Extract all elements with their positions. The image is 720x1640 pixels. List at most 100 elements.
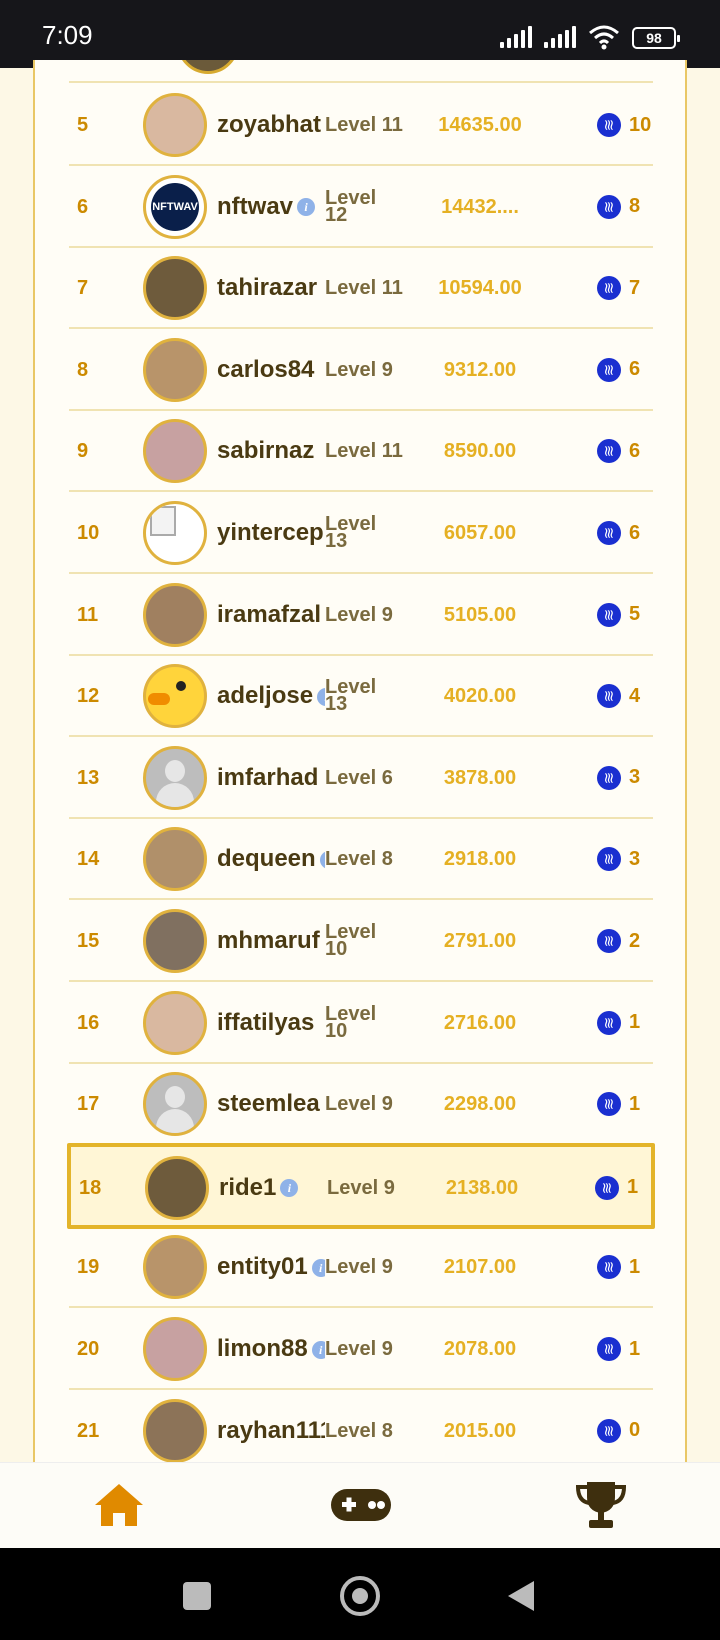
username-text: steemlea (217, 1090, 320, 1118)
avatar[interactable] (143, 1317, 207, 1381)
avatar[interactable] (143, 337, 207, 402)
rank-number: 10 (77, 522, 100, 544)
username[interactable]: adeljosei (217, 655, 325, 737)
home-circle-icon[interactable] (340, 1576, 380, 1616)
username[interactable]: rayhan111 (217, 1390, 325, 1470)
table-row-current-user[interactable]: 18ride1iLevel 92138.001 (67, 1142, 655, 1229)
table-row[interactable]: 11 iramafzalLevel 9 5105.00 5 (69, 574, 653, 656)
reward: 3 (597, 737, 653, 819)
info-icon[interactable]: i (311, 1340, 325, 1359)
info-icon[interactable]: i (317, 687, 325, 706)
tab-home[interactable] (92, 1481, 146, 1533)
reward: 10 (597, 84, 653, 166)
avatar[interactable] (143, 1235, 207, 1300)
score-value: 2107.00 (443, 1256, 517, 1279)
steem-icon (597, 765, 621, 790)
info-icon[interactable]: i (297, 198, 316, 217)
username[interactable]: iffatilyas (217, 982, 325, 1064)
table-row[interactable]: 14 dequeeniLevel 8 2918.00 3 (69, 818, 653, 901)
avatar[interactable]: NFTWAV (143, 174, 207, 239)
back-icon[interactable] (506, 1579, 536, 1613)
wifi-icon (589, 25, 619, 50)
avatar[interactable] (143, 93, 207, 157)
score-value: 8590.00 (443, 440, 517, 463)
username[interactable]: tahirazar (217, 247, 325, 329)
rank-number: 15 (77, 930, 100, 952)
table-row[interactable]: 9 sabirnaz Level 11 8590.00 6 (69, 410, 653, 493)
table-row[interactable]: 10 yintercepLevel13 6057.00 6 (69, 492, 653, 574)
table-row[interactable]: 19 entity01iLevel 9 2107.00 1 (69, 1226, 653, 1309)
username-text: zoyabhat (217, 111, 322, 138)
username[interactable]: steemlea (217, 1063, 325, 1145)
table-row[interactable]: 17 steemleaLevel 9 2298.00 1 (69, 1063, 653, 1146)
table-row[interactable]: 20 limon88iLevel 9 2078.00 1 (69, 1308, 653, 1390)
reward-count: 0 (629, 1419, 641, 1442)
reward: 7 (597, 247, 653, 329)
tab-leaderboard[interactable] (574, 1479, 628, 1535)
reward-count: 7 (629, 276, 641, 299)
steem-icon (597, 194, 621, 219)
username[interactable]: limon88 i (217, 1308, 325, 1390)
table-row[interactable]: 7 tahirazar Level 11 10594.00 7 (69, 247, 653, 330)
reward-count: 4 (629, 684, 641, 707)
username[interactable]: mhmaruf (217, 900, 325, 982)
username[interactable]: ride1 i (219, 1147, 327, 1229)
steem-icon (597, 1255, 621, 1280)
username[interactable]: carlos84 (217, 329, 325, 411)
username[interactable]: entity01 i (217, 1226, 325, 1308)
avatar[interactable] (143, 582, 207, 647)
username[interactable]: dequeeni (217, 818, 325, 900)
user-level: Level 13 (325, 676, 377, 716)
reward-count: 2 (629, 929, 641, 952)
table-row[interactable]: 6NFTWAVnftwaviLevel1214432....8 (69, 166, 653, 248)
reward: 4 (597, 655, 653, 737)
avatar[interactable] (143, 419, 207, 484)
table-row[interactable]: 16 iffatilyas Level10 2716.00 1 (69, 982, 653, 1064)
rank-number: 13 (77, 766, 100, 789)
table-row[interactable]: 5 zoyabhatLevel 11 14635.00 10 (69, 84, 653, 166)
username[interactable]: imfarhad (217, 737, 325, 819)
table-row[interactable]: 21 rayhan111Level 8 2015.00 0 (69, 1390, 653, 1470)
table-row[interactable]: 12 adeljoseiLevel13 4020.00 4 (69, 655, 653, 738)
avatar[interactable] (143, 745, 207, 810)
username[interactable]: sabirnaz (217, 410, 325, 492)
avatar[interactable] (143, 664, 207, 729)
avatar[interactable] (143, 990, 207, 1055)
user-level: Level 10 (325, 1002, 377, 1042)
avatar[interactable] (143, 827, 207, 892)
info-icon[interactable]: i (280, 1179, 299, 1198)
signal-icon (500, 26, 532, 48)
reward: 3 (597, 818, 653, 900)
avatar[interactable] (143, 501, 207, 565)
tab-games[interactable] (330, 1485, 392, 1529)
reward-count: 10 (629, 113, 652, 136)
username-text: rayhan111 (217, 1416, 325, 1444)
username[interactable]: zoyabhat (217, 84, 325, 166)
avatar[interactable] (143, 256, 207, 321)
username[interactable]: nftwav i (217, 166, 325, 248)
table-row[interactable]: 15 mhmarufLevel10 2791.00 2 (69, 900, 653, 982)
rank-number: 12 (77, 685, 100, 708)
user-level: Level 6 (325, 766, 393, 789)
reward-count: 3 (629, 847, 641, 870)
username-text: iramafzal (217, 600, 322, 628)
home-icon (95, 1484, 143, 1526)
rank-number: 11 (77, 603, 99, 626)
recent-apps-icon[interactable] (183, 1582, 211, 1610)
rank-number: 5 (77, 114, 89, 136)
avatar[interactable] (145, 1155, 209, 1220)
table-row[interactable]: 13 imfarhad Level 6 3878.00 3 (69, 737, 653, 819)
info-icon[interactable]: i (311, 1259, 325, 1278)
user-level: Level 9 (325, 1338, 393, 1360)
reward: 6 (597, 410, 653, 492)
score-value: 5105.00 (443, 603, 517, 626)
avatar[interactable] (143, 909, 207, 973)
username[interactable]: iramafzal (217, 574, 325, 656)
username[interactable]: yintercep (217, 492, 325, 574)
score-value: 2298.00 (443, 1093, 517, 1116)
table-row[interactable]: 8 carlos84 Level 9 9312.00 6 (69, 329, 653, 411)
user-level: Level 8 (325, 848, 393, 871)
avatar[interactable] (143, 1072, 207, 1137)
leaderboard-panel[interactable]: 5zoyabhatLevel 1114635.00106NFTWAVnftwav… (33, 60, 687, 1470)
avatar[interactable] (143, 1398, 207, 1463)
